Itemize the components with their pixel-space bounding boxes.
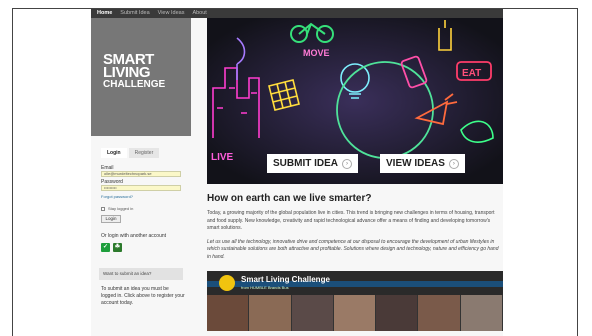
intro-paragraph: Today, a growing majority of the global …: [207, 210, 495, 231]
main-content: MOVE LIVE EAT SUBMIT IDEA › VIEW IDEAS ›…: [207, 18, 503, 336]
thumbnail-face: [207, 295, 250, 331]
nav-home[interactable]: Home: [97, 9, 120, 18]
vision-paragraph: Let us use all the technology, innovativ…: [207, 238, 499, 260]
tab-login[interactable]: Login: [101, 148, 127, 158]
thumbnail-face: [291, 295, 334, 331]
page-title: How on earth can we live smarter?: [207, 193, 372, 204]
video-subtitle: from HUMBLE Brands Bus: [241, 285, 289, 290]
submit-idea-help: To submit an idea you must be logged in.…: [101, 286, 185, 306]
forgot-password-link[interactable]: Forgot password?: [101, 194, 181, 199]
check-icon[interactable]: ✓: [101, 243, 110, 252]
remember-label: Stay logged in: [108, 206, 134, 211]
intro-section: How on earth can we live smarter? Today,…: [207, 184, 503, 261]
neon-move: MOVE: [303, 48, 330, 58]
tab-register[interactable]: Register: [128, 148, 160, 158]
email-field[interactable]: olle@murdeltechnopark.se: [101, 171, 181, 177]
view-ideas-button[interactable]: VIEW IDEAS ›: [380, 154, 465, 173]
login-form: Email olle@murdeltechnopark.se Password …: [91, 158, 191, 252]
login-tabs: Login Register: [91, 148, 191, 158]
logo-line-3: CHALLENGE: [103, 79, 166, 90]
video-player[interactable]: Smart Living Challenge from HUMBLE Brand…: [207, 271, 503, 331]
thumbnail-face: [376, 295, 419, 331]
alt-login-text: Or login with another account: [101, 233, 167, 239]
submit-idea-button[interactable]: SUBMIT IDEA ›: [267, 154, 358, 173]
thumbnail-face: [333, 295, 377, 331]
submit-idea-label: SUBMIT IDEA: [273, 158, 338, 169]
browser-frame: Home Submit Idea View Ideas About SMART …: [12, 8, 578, 336]
nav-submit-idea[interactable]: Submit Idea: [120, 9, 157, 18]
neon-eat: EAT: [462, 68, 481, 79]
site-container: Home Submit Idea View Ideas About SMART …: [91, 9, 503, 336]
left-sidebar: SMART LIVING CHALLENGE Login Register Em…: [91, 18, 191, 336]
people-icon[interactable]: ☘: [113, 243, 122, 252]
nav-view-ideas[interactable]: View Ideas: [158, 9, 193, 18]
thumbnail-face: [460, 295, 503, 331]
remember-me[interactable]: Stay logged in: [101, 206, 181, 211]
view-ideas-label: VIEW IDEAS: [386, 158, 445, 169]
password-field[interactable]: •••••••••: [101, 185, 181, 191]
neon-live: LIVE: [211, 152, 234, 163]
thumbnail-face: [249, 295, 292, 331]
social-logins: ✓ ☘: [101, 243, 181, 252]
video-channel-logo: [219, 275, 235, 291]
remember-checkbox[interactable]: [101, 206, 105, 211]
video-title[interactable]: Smart Living Challenge: [241, 275, 330, 284]
submit-idea-heading: Want to submit an idea?: [99, 268, 183, 280]
video-thumbnail: [207, 295, 503, 331]
thumbnail-face: [418, 295, 461, 331]
logo-line-2: LIVING: [103, 64, 151, 81]
hero-banner: MOVE LIVE EAT SUBMIT IDEA › VIEW IDEAS ›: [207, 18, 503, 184]
top-navigation: Home Submit Idea View Ideas About: [91, 9, 503, 18]
site-logo[interactable]: SMART LIVING CHALLENGE: [91, 18, 191, 136]
login-button[interactable]: Login: [101, 215, 121, 223]
nav-about[interactable]: About: [192, 9, 214, 18]
chevron-right-icon: ›: [448, 158, 459, 169]
chevron-right-icon: ›: [342, 158, 352, 169]
